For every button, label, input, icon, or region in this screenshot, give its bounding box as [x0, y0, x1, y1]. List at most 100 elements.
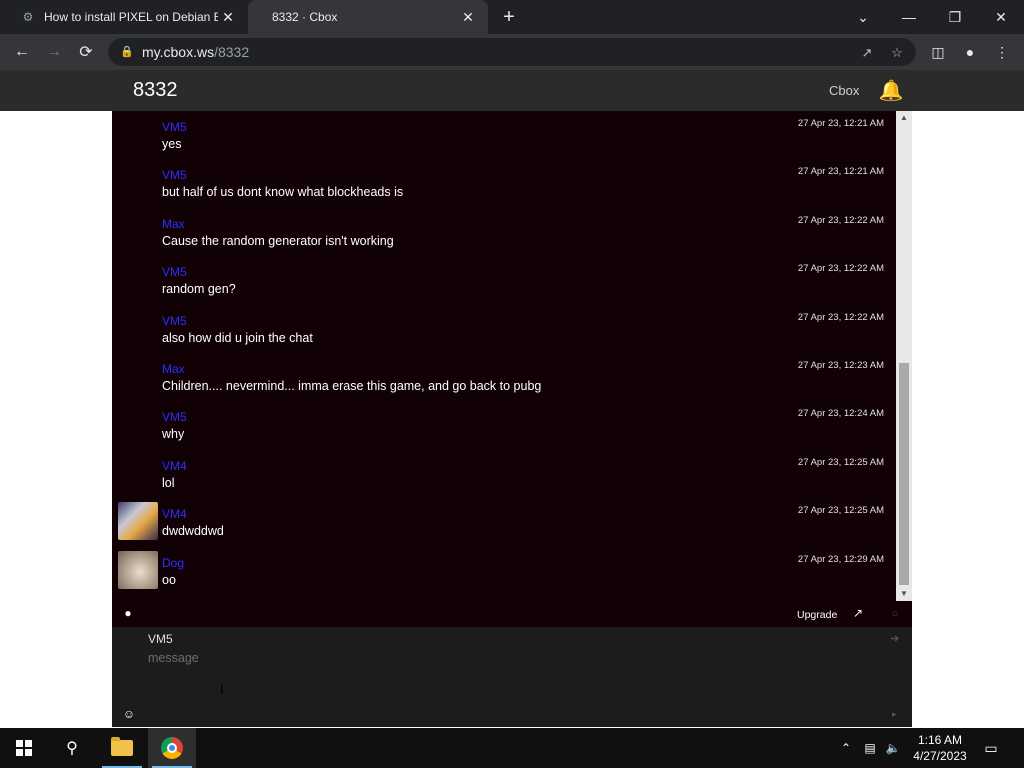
volume-icon[interactable]: 🔈 — [885, 740, 901, 756]
menu-kebab-icon[interactable]: ⋮ — [992, 42, 1012, 62]
message-author[interactable]: VM5 — [162, 120, 187, 134]
message-author[interactable]: Max — [162, 217, 185, 231]
message-timestamp: 27 Apr 23, 12:23 AM — [797, 360, 884, 371]
message-row: Max 27 Apr 23, 12:22 AM Cause the random… — [112, 212, 896, 260]
text-cursor-icon: I — [220, 681, 224, 697]
message-row: VM4 27 Apr 23, 12:25 AM lol — [112, 454, 896, 502]
message-timestamp: 27 Apr 23, 12:22 AM — [797, 312, 884, 323]
pixel-favicon-icon: ⚙ — [22, 10, 34, 24]
message-row: Dog 27 Apr 23, 12:29 AM oo — [112, 551, 896, 599]
message-row: VM4 27 Apr 23, 12:25 AM dwdwddwd — [112, 502, 896, 550]
avatar[interactable] — [118, 551, 158, 589]
tab-cbox[interactable]: 8332 · Cbox ✕ — [248, 0, 488, 34]
scroll-down-arrow-icon[interactable]: ▼ — [896, 587, 912, 601]
file-explorer-button[interactable] — [98, 728, 146, 768]
windows-logo-icon — [16, 740, 32, 756]
lock-icon: 🔒 — [120, 46, 134, 58]
message-text: lol — [162, 476, 175, 490]
message-text: Cause the random generator isn't working — [162, 234, 394, 248]
message-timestamp: 27 Apr 23, 12:21 AM — [797, 118, 884, 129]
tab-title: How to install PIXEL on Debian B — [44, 10, 218, 24]
chrome-icon — [161, 737, 183, 759]
cbox-header: 8332 Cbox 🔔 — [0, 70, 1024, 111]
message-timestamp: 27 Apr 23, 12:22 AM — [797, 263, 884, 274]
browser-tab-strip: ⚙ How to install PIXEL on Debian B ✕ 833… — [0, 0, 1024, 34]
user-icon[interactable]: ● — [120, 605, 136, 621]
send-arrow-icon[interactable]: ▸ — [892, 709, 902, 719]
bell-icon[interactable]: 🔔 — [879, 78, 904, 102]
clock-date: 4/27/2023 — [913, 749, 967, 763]
message-text: oo — [162, 573, 176, 587]
chat-message-list[interactable]: VM5 27 Apr 23, 12:21 AM yes VM5 27 Apr 2… — [112, 111, 912, 601]
side-panel-icon[interactable]: ◫ — [928, 42, 948, 62]
scrollbar-thumb[interactable] — [899, 363, 909, 585]
message-row: VM5 27 Apr 23, 12:22 AM also how did u j… — [112, 309, 896, 357]
message-text: yes — [162, 137, 182, 151]
folder-icon — [111, 737, 133, 756]
share-icon[interactable]: ↗ — [858, 44, 876, 62]
message-author[interactable]: VM4 — [162, 507, 187, 521]
chat-footer-bar: ● Upgrade ↗ ○ — [112, 601, 912, 627]
message-text: also how did u join the chat — [162, 331, 313, 345]
name-field[interactable]: VM5 — [148, 632, 173, 646]
message-row: VM5 27 Apr 23, 12:22 AM random gen? — [112, 260, 896, 308]
network-icon[interactable]: ▤ — [862, 740, 878, 756]
message-author[interactable]: VM5 — [162, 410, 187, 424]
chevron-up-icon[interactable]: ⌃ — [838, 740, 854, 756]
tab-title: 8332 · Cbox — [272, 10, 338, 24]
reload-button[interactable]: ⟳ — [74, 40, 98, 64]
status-dot-icon: ○ — [891, 606, 899, 620]
url-text: my.cbox.ws/8332 — [142, 44, 250, 60]
message-text: but half of us dont know what blockheads… — [162, 185, 404, 199]
new-tab-button[interactable]: + — [498, 7, 520, 29]
message-author[interactable]: VM4 — [162, 459, 187, 473]
message-text: random gen? — [162, 282, 236, 296]
message-author[interactable]: Max — [162, 362, 185, 376]
message-input[interactable] — [148, 651, 868, 709]
logout-icon[interactable]: ➜ — [890, 632, 902, 645]
browser-toolbar: ← → ⟳ 🔒 my.cbox.ws/8332 ↗ ☆ ◫ ● ⋮ — [0, 34, 1024, 70]
chrome-taskbar-button[interactable] — [148, 728, 196, 768]
message-text: why — [162, 427, 185, 441]
taskbar-clock[interactable]: 1:16 AM 4/27/2023 — [912, 732, 968, 764]
address-bar[interactable]: 🔒 my.cbox.ws/8332 ↗ ☆ — [108, 38, 916, 66]
message-row: VM5 27 Apr 23, 12:21 AM but half of us d… — [112, 163, 896, 211]
message-author[interactable]: VM5 — [162, 265, 187, 279]
message-timestamp: 27 Apr 23, 12:22 AM — [797, 215, 884, 226]
message-row: Max 27 Apr 23, 12:23 AM Children.... nev… — [112, 357, 896, 405]
windows-taskbar: ⚲ ⌃ ▤ 🔈 1:16 AM 4/27/2023 ▭ — [0, 728, 1024, 768]
minimize-button[interactable]: — — [886, 0, 932, 34]
message-row: VM5 27 Apr 23, 12:21 AM yes — [112, 115, 896, 163]
search-icon[interactable]: ⚲ — [48, 728, 96, 768]
back-button[interactable]: ← — [10, 40, 34, 64]
close-tab-icon[interactable]: ✕ — [218, 7, 238, 27]
tab-pixel-debian[interactable]: ⚙ How to install PIXEL on Debian B ✕ — [8, 0, 248, 34]
message-timestamp: 27 Apr 23, 12:21 AM — [797, 166, 884, 177]
message-author[interactable]: VM5 — [162, 168, 187, 182]
clock-time: 1:16 AM — [917, 733, 963, 747]
close-tab-icon[interactable]: ✕ — [458, 7, 478, 27]
message-author[interactable]: VM5 — [162, 314, 187, 328]
upgrade-link[interactable]: Upgrade — [797, 609, 837, 621]
profile-icon[interactable]: ● — [960, 42, 980, 62]
cbox-brand-link[interactable]: Cbox — [829, 83, 859, 98]
message-row: VM5 27 Apr 23, 12:24 AM why — [112, 405, 896, 453]
message-text: Children.... nevermind... imma erase thi… — [162, 379, 542, 393]
tab-search-icon[interactable]: ⌄ — [840, 0, 886, 34]
emoji-icon[interactable]: ☺ — [122, 707, 136, 721]
message-timestamp: 27 Apr 23, 12:24 AM — [797, 408, 884, 419]
notifications-icon[interactable]: ▭ — [982, 739, 1000, 757]
popout-icon[interactable]: ↗ — [850, 605, 866, 621]
bookmark-star-icon[interactable]: ☆ — [888, 44, 906, 62]
message-timestamp: 27 Apr 23, 12:25 AM — [797, 505, 884, 516]
restore-button[interactable]: ❐ — [932, 0, 978, 34]
message-text: dwdwddwd — [162, 524, 224, 538]
close-window-button[interactable]: ✕ — [978, 0, 1024, 34]
scroll-up-arrow-icon[interactable]: ▲ — [896, 111, 912, 125]
forward-button[interactable]: → — [42, 40, 66, 64]
avatar[interactable] — [118, 502, 158, 540]
chat-scrollbar[interactable]: ▲ ▼ — [896, 111, 912, 601]
message-author[interactable]: Dog — [162, 556, 184, 570]
message-timestamp: 27 Apr 23, 12:29 AM — [797, 554, 884, 565]
start-button[interactable] — [0, 728, 48, 768]
